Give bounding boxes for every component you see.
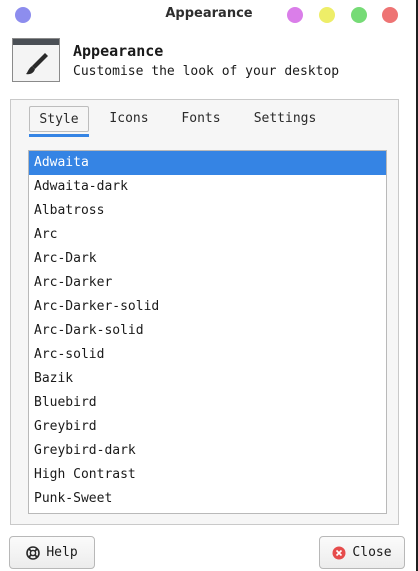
close-button[interactable]: Close — [319, 536, 405, 569]
help-button[interactable]: Help — [9, 536, 95, 569]
tab-fonts[interactable]: Fonts — [171, 106, 231, 132]
dialog-header: Appearance Customise the look of your de… — [12, 38, 412, 84]
list-item[interactable]: Punk-Sweet — [29, 487, 386, 511]
close-button-label: Close — [352, 545, 392, 560]
tab-style[interactable]: Style — [29, 106, 89, 132]
theme-list[interactable]: Adwaita Adwaita-dark Albatross Arc Arc-D… — [28, 150, 387, 514]
list-item[interactable]: Greybird — [29, 415, 386, 439]
header-subtitle: Customise the look of your desktop — [73, 64, 340, 79]
list-item[interactable]: Arc-Dark — [29, 247, 386, 271]
list-item[interactable]: High Contrast — [29, 463, 386, 487]
appearance-window: Appearance Appearance Customise the look… — [0, 0, 418, 571]
close-circle-icon — [332, 546, 346, 560]
stick-dot[interactable] — [287, 7, 303, 23]
list-item[interactable]: Bazik — [29, 367, 386, 391]
list-item[interactable]: Greybird-dark — [29, 439, 386, 463]
list-item[interactable]: Adwaita-dark — [29, 175, 386, 199]
tab-settings[interactable]: Settings — [245, 106, 325, 132]
list-item[interactable]: Arc-Darker — [29, 271, 386, 295]
list-item[interactable]: Arc-Darker-solid — [29, 295, 386, 319]
list-item[interactable]: Bluebird — [29, 391, 386, 415]
list-item[interactable]: Arc-solid — [29, 343, 386, 367]
tab-icons[interactable]: Icons — [99, 106, 159, 132]
settings-notebook: Style Icons Fonts Settings Adwaita Adwai… — [10, 99, 399, 525]
maximize-dot[interactable] — [351, 7, 367, 23]
shade-dot[interactable] — [319, 7, 335, 23]
header-title: Appearance — [73, 42, 164, 60]
tab-bar: Style Icons Fonts Settings — [11, 100, 398, 138]
paintbrush-icon — [12, 38, 60, 82]
help-button-label: Help — [46, 545, 78, 560]
list-item[interactable]: Arc-Dark-solid — [29, 319, 386, 343]
active-tab-indicator — [29, 134, 89, 137]
list-item[interactable]: Adwaita — [29, 151, 386, 175]
list-item[interactable]: Arc — [29, 223, 386, 247]
lifebuoy-icon — [26, 545, 41, 560]
close-dot[interactable] — [382, 7, 398, 23]
list-item[interactable]: Albatross — [29, 199, 386, 223]
titlebar[interactable]: Appearance — [0, 0, 418, 30]
